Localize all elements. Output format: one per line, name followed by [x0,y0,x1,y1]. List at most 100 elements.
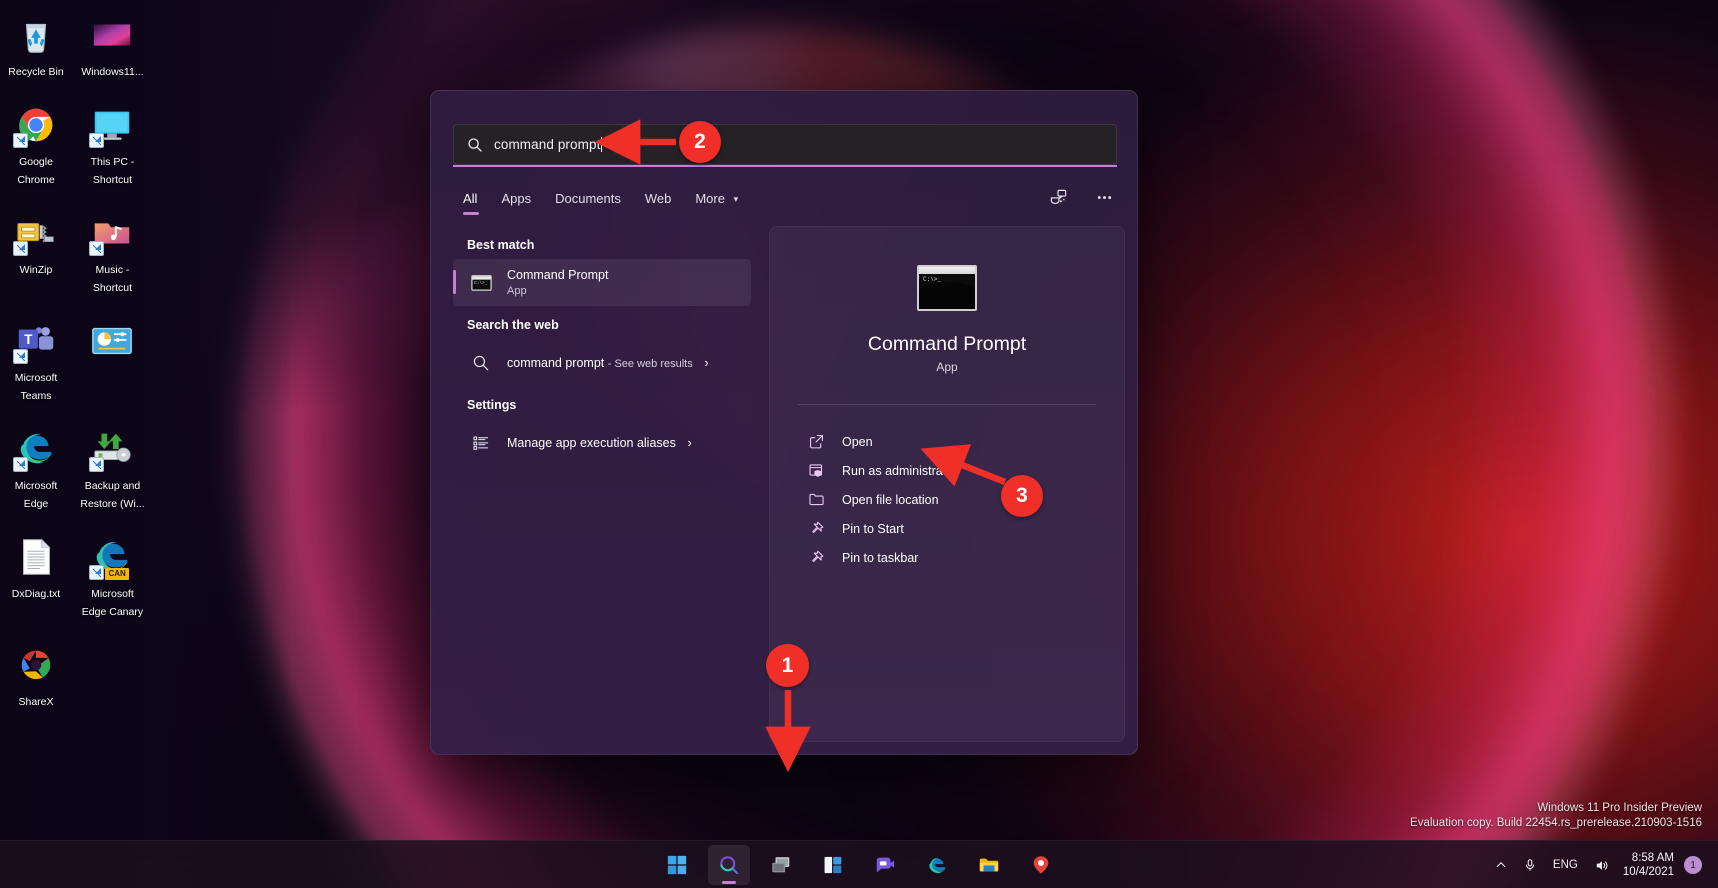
sharex-icon [13,642,59,688]
action-pin-to-start[interactable]: Pin to Start [806,514,1124,543]
tab-apps[interactable]: Apps [489,187,543,216]
sharex-button[interactable] [1020,845,1062,885]
desktop-icon-music[interactable]: Music - Shortcut [76,206,148,300]
preview-app-title: Command Prompt [867,333,1027,355]
winzip-icon [13,210,59,256]
clock[interactable]: 8:58 AM 10/4/2021 [1617,851,1684,879]
desktop-icon-microsoft-edge[interactable]: Microsoft Edge [0,422,72,516]
tab-label: Apps [501,190,532,206]
show-hidden-icons-button[interactable] [1487,845,1515,885]
music-folder-icon [89,210,135,256]
shortcut-overlay-icon [13,349,28,364]
desktop-icon-label: Microsoft Edge [14,480,58,510]
widgets-button[interactable] [812,845,854,885]
search-icon [467,137,483,153]
this-pc-icon [89,102,135,148]
result-title: Command Prompt [507,267,609,282]
desktop-icon-edge-canary[interactable]: CAN Microsoft Edge Canary [76,530,148,624]
text-file-icon [13,534,59,580]
preview-app-subtitle: App [936,360,958,374]
desktop-icon-windows11-image[interactable]: Windows11... [76,8,148,84]
tab-label: All [463,190,478,206]
desktop-icon-dxdiag-txt[interactable]: DxDiag.txt [0,530,72,606]
desktop-icon-recycle-bin[interactable]: Recycle Bin [0,8,72,84]
search-icon [469,354,493,372]
action-run-as-administrator[interactable]: Run as administrator [806,456,1124,485]
shortcut-overlay-icon [89,133,105,148]
desktop-icon-label: Microsoft Edge Canary [81,588,144,618]
section-header-best-match: Best match [467,238,535,252]
preview-hero: C:\>_ Command Prompt App [770,227,1124,374]
annotation-marker-2: 2 [679,121,721,163]
tab-more[interactable]: More ▾ [683,187,750,216]
notification-badge[interactable]: 1 [1684,856,1702,874]
action-pin-to-taskbar[interactable]: Pin to taskbar [806,543,1124,572]
language-indicator[interactable]: ENG [1545,845,1586,885]
action-label: Open file location [842,492,939,507]
search-button[interactable] [708,845,750,885]
taskbar-center-group [656,843,1062,887]
annotation-marker-3: 3 [1001,475,1043,517]
desktop-icon-sharex[interactable]: ShareX [0,638,72,714]
edge-canary-icon: CAN [89,534,135,580]
feedback-icon[interactable] [1043,183,1073,211]
desktop-icon-winzip[interactable]: WinZip [0,206,72,282]
tab-documents[interactable]: Documents [543,187,633,216]
desktop-icon-label: Recycle Bin [8,66,64,78]
desktop-icon-google-chrome[interactable]: Google Chrome [0,98,72,192]
chevron-down-icon: ▾ [733,193,739,204]
watermark-line-1: Windows 11 Pro Insider Preview [1537,802,1702,814]
tab-label: More [695,190,725,206]
desktop-icon-label: ShareX [18,696,54,708]
desktop-icon-this-pc[interactable]: This PC - Shortcut [76,98,148,192]
volume-icon[interactable] [1586,845,1617,885]
desktop-icon-backup-restore[interactable]: Backup and Restore (Wi... [76,422,148,516]
desktop-icon-label: Microsoft Teams [14,372,58,402]
file-explorer-button[interactable] [968,845,1010,885]
task-view-button[interactable] [760,845,802,885]
microphone-icon[interactable] [1515,845,1545,885]
result-subtitle: App [507,284,527,297]
shortcut-overlay-icon [13,457,28,472]
system-tray: ENG 8:58 AM 10/4/2021 1 [1487,841,1708,888]
chevron-right-icon: › [704,355,709,370]
titlebar-strip [919,267,975,274]
action-label: Open [842,434,873,449]
svg-text:C:\>_: C:\>_ [474,281,488,286]
result-item-command-prompt[interactable]: C:\>_ Command Prompt App [453,259,751,306]
desktop-icon-label: Music - Shortcut [92,264,132,294]
watermark-line-2: Evaluation copy. Build 22454.rs_prerelea… [1410,817,1702,829]
taskbar: ENG 8:58 AM 10/4/2021 1 [0,840,1718,888]
teams-icon: T [13,318,59,364]
result-item-manage-aliases[interactable]: Manage app execution aliases › [453,419,751,466]
result-text-block: Command Prompt App [507,268,751,298]
chat-button[interactable] [864,845,906,885]
section-header-settings: Settings [467,398,517,412]
desktop-icon-control-panel[interactable] [76,314,148,372]
edge-button[interactable] [916,845,958,885]
more-options-icon[interactable] [1089,183,1119,211]
shortcut-overlay-icon [89,565,105,580]
action-open-file-location[interactable]: Open file location [806,485,1124,514]
action-open[interactable]: Open [806,427,1124,456]
result-title: command prompt - See web results [507,356,693,370]
preview-action-list: Open Run as administrator Open file loca… [770,427,1124,572]
search-filter-tabs: All Apps Documents Web More ▾ [453,183,1117,219]
tab-all[interactable]: All [453,187,489,216]
search-input-value: command prompt [494,137,601,152]
result-item-web-search[interactable]: command prompt - See web results › [453,339,751,386]
annotation-marker-1: 1 [766,644,809,687]
search-accent-underline [453,165,1117,167]
start-button[interactable] [656,845,698,885]
settings-list-icon [469,434,493,452]
folder-icon [806,491,826,508]
app-preview-pane: C:\>_ Command Prompt App Open Run as adm… [769,226,1125,742]
pin-icon [806,549,826,566]
chrome-icon [13,102,59,148]
search-input-wrapper[interactable]: command prompt [453,124,1117,165]
search-input[interactable]: command prompt [453,124,1117,165]
shortcut-overlay-icon [89,457,105,472]
desktop-icon-microsoft-teams[interactable]: T Microsoft Teams [0,314,72,408]
tab-web[interactable]: Web [633,187,684,216]
web-query-text: command prompt [507,355,605,370]
